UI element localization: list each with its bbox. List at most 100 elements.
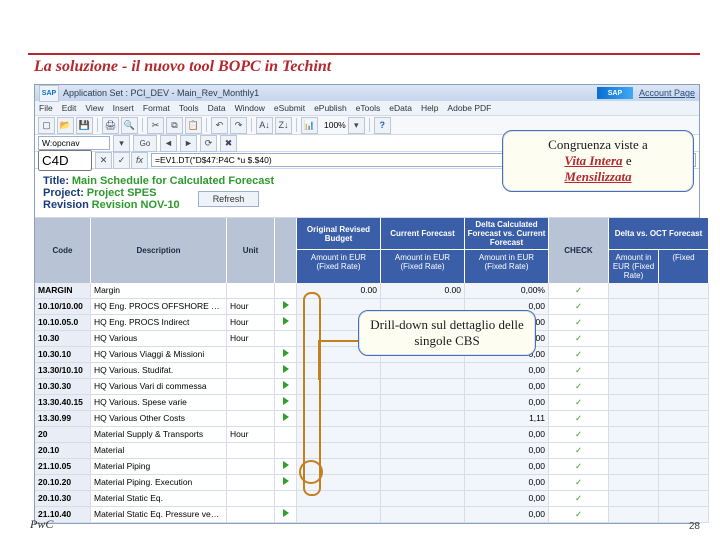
menu-view[interactable]: View: [85, 103, 103, 113]
help-icon[interactable]: ?: [374, 117, 391, 134]
ws-dropdown-icon[interactable]: ▾: [113, 135, 130, 152]
menu-tools[interactable]: Tools: [179, 103, 199, 113]
open-icon[interactable]: 📂: [57, 117, 74, 134]
row-desc: Material Static Eq. Pressure vessels: [91, 507, 227, 523]
title-value: Main Schedule for Calculated Forecast: [72, 175, 274, 187]
row-desc: Material Piping. Execution: [91, 475, 227, 491]
undo-icon[interactable]: ↶: [211, 117, 228, 134]
row-code[interactable]: 21.10.05: [35, 459, 91, 475]
drill-down-button: [275, 491, 297, 507]
col-orb-sub: Amount in EUR (Fixed Rate): [297, 249, 381, 283]
copy-icon[interactable]: ⧉: [166, 117, 183, 134]
row-d1: [609, 363, 659, 379]
row-code[interactable]: 10.10/10.00: [35, 299, 91, 315]
row-code[interactable]: 20: [35, 427, 91, 443]
menu-format[interactable]: Format: [143, 103, 170, 113]
drill-down-button[interactable]: [275, 459, 297, 475]
row-d2: [659, 299, 709, 315]
sort-desc-icon[interactable]: Z↓: [275, 117, 292, 134]
drill-down-button[interactable]: [275, 411, 297, 427]
drill-down-button[interactable]: [275, 379, 297, 395]
workspace-input[interactable]: [38, 136, 110, 150]
fx-confirm-icon[interactable]: ✓: [113, 152, 130, 169]
triangle-right-icon: [283, 477, 289, 485]
nav-fwd-icon[interactable]: ►: [180, 135, 197, 152]
row-cf: [381, 379, 465, 395]
drill-down-button[interactable]: [275, 299, 297, 315]
menu-epublish[interactable]: ePublish: [314, 103, 347, 113]
drill-down-button[interactable]: [275, 347, 297, 363]
drill-down-button[interactable]: [275, 507, 297, 523]
chart-icon[interactable]: 📊: [301, 117, 318, 134]
zoom-dropdown-icon[interactable]: ▾: [348, 117, 365, 134]
callout-mid: Drill-down sul dettaglio delle singole C…: [358, 310, 536, 356]
row-d2: [659, 507, 709, 523]
go-button[interactable]: Go: [133, 135, 157, 152]
row-code[interactable]: 10.30.30: [35, 379, 91, 395]
row-code[interactable]: 13.30/10.10: [35, 363, 91, 379]
redo-icon[interactable]: ↷: [230, 117, 247, 134]
row-unit: Hour: [227, 331, 275, 347]
project-value: Project SPES: [87, 187, 157, 199]
row-delta: 0,00: [465, 379, 549, 395]
titlebar: SAP Application Set : PCI_DEV - Main_Rev…: [35, 85, 699, 101]
row-code[interactable]: MARGIN: [35, 283, 91, 299]
nav-back-icon[interactable]: ◄: [160, 135, 177, 152]
row-d2: [659, 427, 709, 443]
stop-icon[interactable]: ✖: [220, 135, 237, 152]
row-check: ✓: [549, 363, 609, 379]
slide-rule: [28, 53, 700, 55]
account-page-link[interactable]: Account Page: [639, 88, 695, 98]
menu-help[interactable]: Help: [421, 103, 438, 113]
fx-icon[interactable]: fx: [131, 152, 148, 169]
menu-etools[interactable]: eTools: [356, 103, 381, 113]
row-desc: Material Static Eq.: [91, 491, 227, 507]
page-number: 28: [689, 521, 700, 532]
sort-asc-icon[interactable]: A↓: [256, 117, 273, 134]
drill-down-button[interactable]: [275, 475, 297, 491]
menu-esubmit[interactable]: eSubmit: [274, 103, 305, 113]
refresh-button[interactable]: Refresh: [198, 191, 260, 207]
row-d1: [609, 315, 659, 331]
row-d1: [609, 347, 659, 363]
fx-cancel-icon[interactable]: ✕: [95, 152, 112, 169]
drill-down-button[interactable]: [275, 363, 297, 379]
triangle-right-icon: [283, 317, 289, 325]
menu-data[interactable]: Data: [208, 103, 226, 113]
row-desc: HQ Various Vari di commessa: [91, 379, 227, 395]
save-icon[interactable]: 💾: [76, 117, 93, 134]
drill-down-button[interactable]: [275, 315, 297, 331]
row-code[interactable]: 20.10.30: [35, 491, 91, 507]
menu-adobepdf[interactable]: Adobe PDF: [447, 103, 491, 113]
row-code[interactable]: 10.10.05.0: [35, 315, 91, 331]
row-code[interactable]: 13.30.99: [35, 411, 91, 427]
refresh-icon[interactable]: ⟳: [200, 135, 217, 152]
menu-file[interactable]: File: [39, 103, 53, 113]
search-icon[interactable]: 🔍: [121, 117, 138, 134]
cell-ref-input[interactable]: [38, 150, 92, 171]
triangle-right-icon: [283, 509, 289, 517]
row-check: ✓: [549, 347, 609, 363]
cut-icon[interactable]: ✂: [147, 117, 164, 134]
new-icon[interactable]: ▢: [38, 117, 55, 134]
drill-down-button[interactable]: [275, 395, 297, 411]
print-icon[interactable]: 🖨: [102, 117, 119, 134]
col-delta: Delta Calculated Forecast vs. Current Fo…: [465, 218, 549, 249]
row-d2: [659, 347, 709, 363]
paste-icon[interactable]: 📋: [185, 117, 202, 134]
row-code[interactable]: 20.10: [35, 443, 91, 459]
row-code[interactable]: 10.30: [35, 331, 91, 347]
row-desc: Material: [91, 443, 227, 459]
menu-window[interactable]: Window: [235, 103, 265, 113]
menu-edata[interactable]: eData: [389, 103, 412, 113]
row-code[interactable]: 13.30.40.15: [35, 395, 91, 411]
row-unit: [227, 459, 275, 475]
menu-edit[interactable]: Edit: [62, 103, 77, 113]
menu-insert[interactable]: Insert: [113, 103, 134, 113]
row-check: ✓: [549, 299, 609, 315]
drill-down-button: [275, 427, 297, 443]
row-code[interactable]: 10.30.10: [35, 347, 91, 363]
row-code[interactable]: 20.10.20: [35, 475, 91, 491]
row-desc: Material Piping: [91, 459, 227, 475]
col-cf-sub: Amount in EUR (Fixed Rate): [381, 249, 465, 283]
